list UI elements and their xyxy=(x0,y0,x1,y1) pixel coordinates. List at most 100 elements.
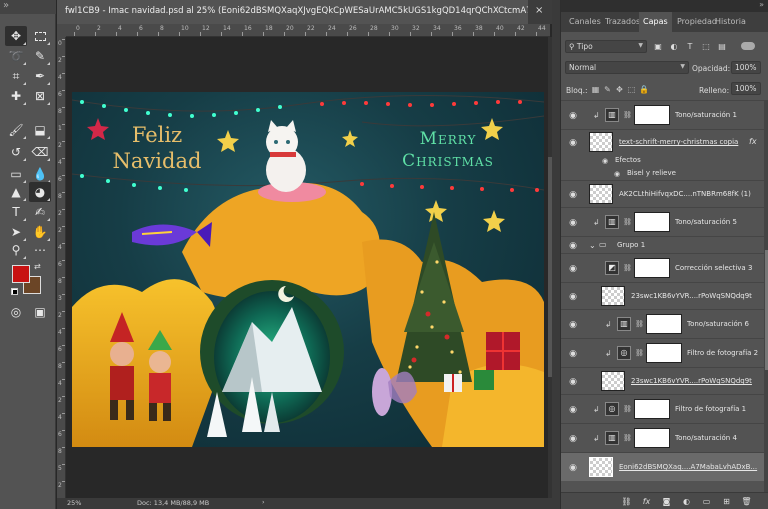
layer-mask-thumbnail[interactable] xyxy=(634,105,670,125)
layer-name[interactable]: Filtro de fotografía 2 xyxy=(687,349,762,357)
eye-icon[interactable]: ◉ xyxy=(567,377,579,387)
foreground-color-swatch[interactable] xyxy=(12,265,30,283)
filter-adjustment-icon[interactable]: ◐ xyxy=(669,42,679,52)
layer-mask-thumbnail[interactable] xyxy=(646,343,682,363)
new-group-icon[interactable]: ▭ xyxy=(701,496,712,507)
layer-row[interactable]: ◉ ◩ ⛓ Corrección selectiva 3 xyxy=(561,253,764,282)
layer-row[interactable]: ◉ 23swc1KB6vYVR....rPoWqSNQdq9t xyxy=(561,282,764,309)
layer-name[interactable]: text-schrift-merry-christmas copia xyxy=(619,138,747,146)
marquee-tool-icon[interactable] xyxy=(29,26,51,46)
lock-position-icon[interactable]: ✥ xyxy=(615,85,624,94)
layer-name[interactable]: Filtro de fotografía 1 xyxy=(675,405,760,413)
filter-toggle[interactable] xyxy=(741,42,755,50)
layer-name[interactable]: Tono/saturación 1 xyxy=(675,111,760,119)
filter-pixel-icon[interactable]: ▣ xyxy=(653,42,663,52)
artwork-canvas[interactable]: Feliz Navidad Merry Christmas xyxy=(72,92,544,447)
layer-name[interactable]: Tono/saturación 6 xyxy=(687,320,762,328)
eye-icon[interactable]: ◉ xyxy=(611,169,623,179)
eraser-tool-icon[interactable]: ⌫ xyxy=(29,142,51,162)
add-style-icon[interactable]: fx xyxy=(641,496,652,507)
layer-name[interactable]: Tono/saturación 5 xyxy=(675,218,760,226)
lock-all-icon[interactable]: 🔒 xyxy=(639,85,649,94)
filter-type-icon[interactable]: T xyxy=(685,42,695,52)
layer-row[interactable]: ◉ ↲ ▥ ⛓ Tono/saturación 5 xyxy=(561,207,764,236)
layer-row[interactable]: ◉ ↲ ▥ ⛓ Tono/saturación 1 xyxy=(561,100,764,129)
gradient-tool-icon[interactable]: ▭ xyxy=(5,164,27,184)
layer-row[interactable]: ◉ ↲ ▥ ⛓ Tono/saturación 4 xyxy=(561,423,764,452)
eye-icon[interactable]: ◉ xyxy=(599,156,611,166)
layer-name[interactable]: Corrección selectiva 3 xyxy=(675,264,760,272)
eye-icon[interactable]: ◉ xyxy=(567,434,579,444)
zoom-tool-icon[interactable]: ⚲ xyxy=(5,240,27,260)
layer-row[interactable]: ◉ ↲ ◎ ⛓ Filtro de fotografía 2 xyxy=(561,338,764,367)
eye-icon[interactable]: ◉ xyxy=(567,320,579,330)
crop-tool-icon[interactable]: ⌗ xyxy=(5,66,27,86)
layer-name[interactable]: 23swc1KB6vYVR....rPoWqSNQdq9t xyxy=(631,292,761,300)
quick-select-tool-icon[interactable]: ✎ xyxy=(29,46,51,66)
layer-thumbnail[interactable] xyxy=(601,371,625,391)
tab-historia[interactable]: Historia xyxy=(711,12,750,32)
eyedropper-tool-icon[interactable]: ✒ xyxy=(29,66,51,86)
eye-icon[interactable]: ◉ xyxy=(567,138,579,148)
new-adjustment-icon[interactable]: ◐ xyxy=(681,496,692,507)
filter-smart-object-icon[interactable]: ▤ xyxy=(717,42,727,52)
layer-row[interactable]: ◉ text-schrift-merry-christmas copia fx xyxy=(561,129,764,154)
layer-thumbnail[interactable] xyxy=(601,286,625,306)
toolbar-grip[interactable] xyxy=(0,0,56,14)
layer-row[interactable]: ◉ ↲ ◎ ⛓ Filtro de fotografía 1 xyxy=(561,394,764,423)
dodge-tool-icon[interactable]: ▲ xyxy=(5,182,27,202)
eye-icon[interactable]: ◉ xyxy=(567,463,579,473)
opacity-input[interactable]: 100% xyxy=(731,61,761,74)
brush-tool-icon[interactable]: 🖌 xyxy=(5,120,27,140)
layer-thumbnail[interactable] xyxy=(589,132,613,152)
layer-mask-thumbnail[interactable] xyxy=(646,314,682,334)
smudge-tool-icon[interactable]: ◕ xyxy=(29,182,51,202)
fill-input[interactable]: 100% xyxy=(731,82,761,95)
fx-icon[interactable]: fx xyxy=(749,137,757,146)
default-colors-icon[interactable] xyxy=(11,288,18,295)
layer-row[interactable]: ◉ 23swc1KB6vYVR....rPoWqSNQdq9t xyxy=(561,367,764,394)
layer-name[interactable]: Grupo 1 xyxy=(617,241,645,249)
screen-mode-icon[interactable]: ▣ xyxy=(29,302,51,322)
eye-icon[interactable]: ◉ xyxy=(567,190,579,200)
healing-brush-tool-icon[interactable]: ✚ xyxy=(5,86,27,106)
swap-colors-icon[interactable]: ⇄ xyxy=(34,262,41,271)
layer-name[interactable]: Eoni62dBSMQXaq....A7MabaLvhADxB... xyxy=(619,463,759,471)
path-select-tool-icon[interactable]: ➤ xyxy=(5,222,27,242)
blur-tool-icon[interactable]: 💧 xyxy=(29,164,51,184)
layer-thumbnail[interactable] xyxy=(589,457,613,477)
layer-name[interactable]: AK2CLthiHifvqxDC....nTNBRm68fK (1) xyxy=(619,190,759,198)
layer-name[interactable]: 23swc1KB6vYVR....rPoWqSNQdq9t xyxy=(631,377,761,385)
layer-row[interactable]: ◉ ↲ ▥ ⛓ Tono/saturación 6 xyxy=(561,309,764,338)
tab-canales[interactable]: Canales xyxy=(565,12,605,32)
lock-pixels-icon[interactable]: ✎ xyxy=(603,85,612,94)
add-mask-icon[interactable]: ◙ xyxy=(661,496,672,507)
blend-mode-select[interactable]: Normal ▼ xyxy=(565,61,689,74)
effects-row[interactable]: ◉ Efectos xyxy=(561,154,764,167)
eye-icon[interactable]: ◉ xyxy=(567,218,579,228)
document-tab[interactable]: fwl1CB9 - Imac navidad.psd al 25% (Eoni6… xyxy=(57,0,528,24)
hand-tool-icon[interactable]: ✋ xyxy=(29,222,51,242)
trash-icon[interactable]: 🗑 xyxy=(741,496,752,507)
quick-mask-icon[interactable]: ◎ xyxy=(5,302,27,322)
move-tool-icon[interactable]: ✥ xyxy=(5,26,27,46)
close-tab-icon[interactable]: × xyxy=(535,5,543,16)
eye-icon[interactable]: ◉ xyxy=(567,349,579,359)
status-menu-arrow-icon[interactable]: › xyxy=(262,498,265,506)
pen-tool-icon[interactable]: ✍ xyxy=(29,202,51,222)
tab-trazados[interactable]: Trazados xyxy=(601,12,644,32)
panel-collapse-bar[interactable] xyxy=(561,0,768,12)
patch-tool-icon[interactable]: ⊠ xyxy=(29,86,51,106)
lasso-tool-icon[interactable]: ➰ xyxy=(5,46,27,66)
lock-transparent-icon[interactable]: ▦ xyxy=(591,85,600,94)
new-layer-icon[interactable]: ⊞ xyxy=(721,496,732,507)
link-layers-icon[interactable]: ⛓ xyxy=(621,496,632,507)
eye-icon[interactable]: ◉ xyxy=(567,111,579,121)
layer-mask-thumbnail[interactable] xyxy=(634,399,670,419)
eye-icon[interactable]: ◉ xyxy=(567,241,579,251)
more-tools-icon[interactable]: ⋯ xyxy=(29,240,51,260)
layer-row[interactable]: ◉ AK2CLthiHifvqxDC....nTNBRm68fK (1) xyxy=(561,180,764,207)
eye-icon[interactable]: ◉ xyxy=(567,292,579,302)
eye-icon[interactable]: ◉ xyxy=(567,264,579,274)
layer-filter-select[interactable]: ⚲ Tipo ▼ xyxy=(565,40,647,53)
